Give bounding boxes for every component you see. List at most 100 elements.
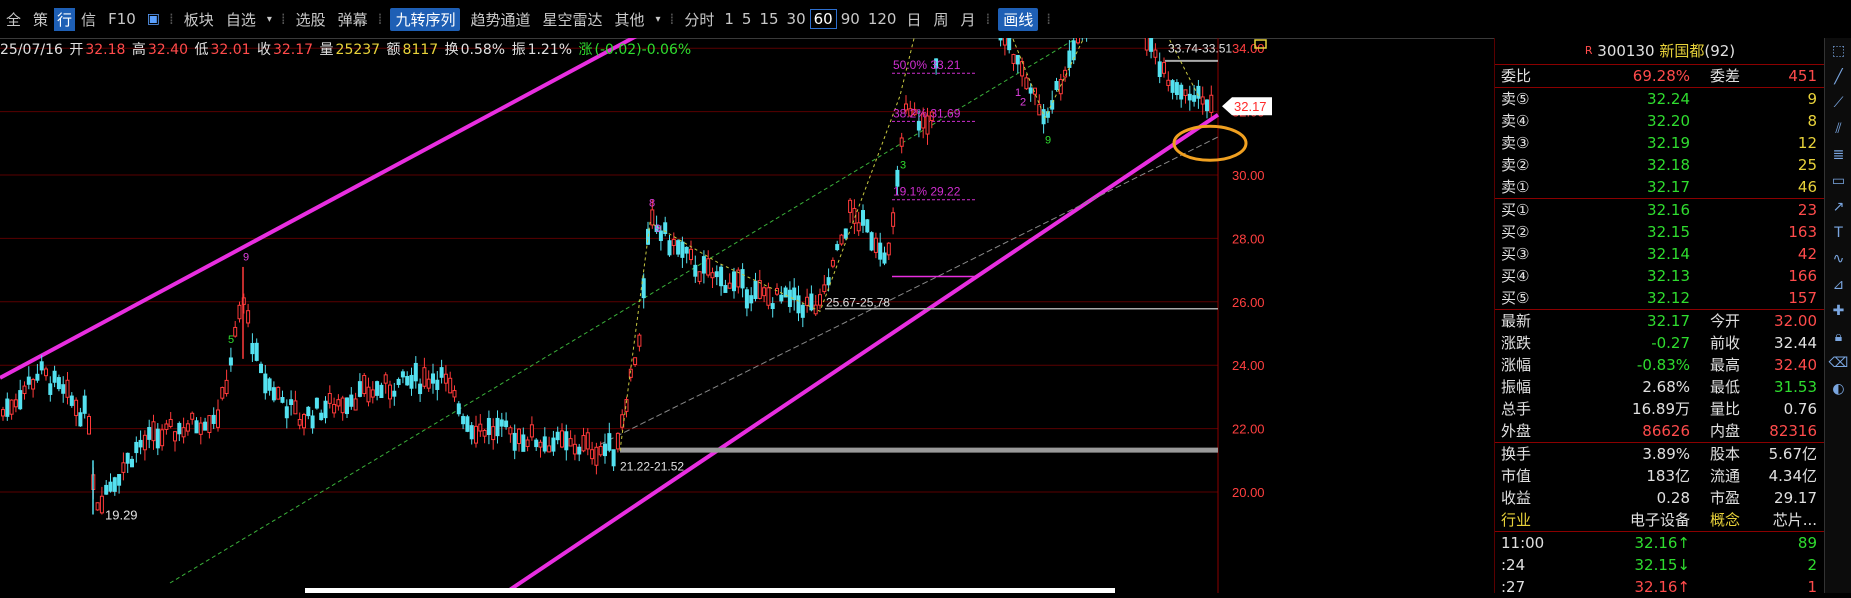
level-label: 买④ (1501, 267, 1530, 285)
buy-level[interactable]: 买⑤ 32.12 157 (1495, 287, 1825, 309)
fib-tool-icon[interactable]: ≣ (1825, 142, 1851, 168)
buy-level[interactable]: 买④ 32.13 166 (1495, 265, 1825, 287)
period-1m[interactable]: 1 (720, 10, 738, 28)
info-open-label: 开 (69, 42, 84, 58)
candle-body (1024, 77, 1029, 90)
tb-quote[interactable]: 行 (54, 7, 76, 31)
tb-strategy[interactable]: 策 (27, 9, 54, 30)
ray-tool-icon[interactable]: ⟋ (1825, 90, 1851, 116)
candle-body (1183, 89, 1188, 96)
period-day[interactable]: 日 (900, 9, 927, 30)
candle-body (198, 422, 203, 435)
sequence-label: 9 (655, 223, 661, 235)
period-week[interactable]: 周 (927, 9, 954, 30)
candle-body (168, 418, 173, 427)
tb-nine-sequence[interactable]: 九转序列 (390, 7, 461, 31)
candle-body (52, 370, 57, 383)
candle-body (1200, 96, 1205, 105)
period-120m[interactable]: 120 (864, 10, 901, 28)
candle-body (512, 432, 517, 451)
sell-level[interactable]: 卖③ 32.19 12 (1495, 132, 1825, 154)
cycle-tool-icon[interactable]: ∿ (1825, 246, 1851, 272)
candle-body (336, 399, 341, 407)
scroll-bar (305, 588, 1115, 593)
tb-f10[interactable]: F10 (102, 10, 142, 28)
candle-body (1007, 38, 1012, 51)
candle-body (719, 266, 724, 287)
quote-row: 总手 16.89万 量比 0.76 (1495, 398, 1825, 420)
candle-body (289, 399, 294, 405)
period-intraday[interactable]: 分时 (678, 9, 720, 30)
candle-body (310, 415, 315, 429)
candle-body (555, 431, 560, 441)
tb-draw-line[interactable]: 画线 (998, 7, 1039, 31)
buy-level[interactable]: 买① 32.16 23 (1495, 199, 1825, 221)
caret-down-icon[interactable]: ▾ (262, 14, 277, 25)
eraser-tool-icon[interactable]: ⌫ (1825, 350, 1851, 376)
candle-body (633, 357, 638, 366)
period-15m[interactable]: 15 (755, 10, 782, 28)
tb-other[interactable]: 其他 (609, 9, 651, 30)
tb-star-radar[interactable]: 星空雷达 (536, 9, 608, 30)
tb-sector[interactable]: 板块 (178, 9, 220, 30)
period-5m[interactable]: 5 (738, 10, 756, 28)
quote-value: 32.00 (1774, 312, 1817, 330)
candle-body (693, 264, 698, 277)
sell-level[interactable]: 卖① 32.17 46 (1495, 176, 1825, 198)
candle-body (220, 387, 225, 399)
buy-level[interactable]: 买③ 32.14 42 (1495, 243, 1825, 265)
candle-body (525, 439, 530, 447)
support-line (599, 136, 1219, 445)
lock-tool-icon[interactable]: 🔒︎ (1825, 324, 1851, 350)
kline-chart[interactable]: 38.0036.0034.0032.0030.0028.0026.0024.00… (0, 38, 1494, 593)
period-90m[interactable]: 90 (837, 10, 864, 28)
tick-row[interactable]: 11:00 32.16↑ 89 (1495, 532, 1825, 554)
level-vol: 42 (1797, 245, 1817, 263)
candle-body (254, 342, 259, 361)
buy-level[interactable]: 买② 32.15 163 (1495, 221, 1825, 243)
candle-body (267, 378, 272, 391)
candle-body (474, 425, 478, 444)
tick-row[interactable]: :27 32.16↑ 1 (1495, 576, 1825, 598)
caret-down-icon[interactable]: ▾ (651, 14, 666, 25)
period-60m[interactable]: 60 (809, 9, 837, 29)
level-vol: 166 (1788, 267, 1817, 285)
zigzag-line (619, 38, 1201, 451)
candle-body (323, 400, 328, 419)
candle-body (568, 438, 573, 447)
candle-body (560, 430, 564, 448)
cross-tool-icon[interactable]: ✚ (1825, 298, 1851, 324)
select-tool-icon[interactable]: ⬚ (1825, 38, 1851, 64)
hide-tool-icon[interactable]: ◐ (1825, 376, 1851, 402)
measure-tool-icon[interactable]: ⊿ (1825, 272, 1851, 298)
channel-tool-icon[interactable]: ⫽ (1825, 116, 1851, 142)
tb-danmu[interactable]: 弹幕 (332, 9, 374, 30)
candle-body (246, 310, 251, 324)
sell-level[interactable]: 卖② 32.18 25 (1495, 154, 1825, 176)
level-price: 32.14 (1647, 245, 1690, 263)
candle-body (87, 415, 91, 435)
arrow-tool-icon[interactable]: ↗ (1825, 194, 1851, 220)
candle-body (869, 232, 874, 251)
sell-level[interactable]: 卖⑤ 32.24 9 (1495, 88, 1825, 110)
tb-all[interactable]: 全 (0, 9, 27, 30)
text-tool-icon[interactable]: T (1825, 220, 1851, 246)
rect-tool-icon[interactable]: ▭ (1825, 168, 1851, 194)
window-icon[interactable]: ▣ (142, 11, 165, 27)
tick-row[interactable]: :24 32.15↓ 2 (1495, 554, 1825, 576)
period-30m[interactable]: 30 (783, 10, 810, 28)
tb-stock-picker[interactable]: 选股 (290, 9, 332, 30)
tb-watchlist[interactable]: 自选 (220, 9, 262, 30)
level-vol: 163 (1788, 223, 1817, 241)
quote-label: 最高 (1710, 356, 1741, 374)
quote-value: -0.83% (1636, 356, 1690, 374)
line-tool-icon[interactable]: ╱ (1825, 64, 1851, 90)
fund-value: 电子设备 (1629, 511, 1690, 529)
period-month[interactable]: 月 (954, 9, 981, 30)
tb-info[interactable]: 信 (75, 9, 102, 30)
candle-body (762, 287, 767, 297)
quote-row: 外盘 86626 内盘 82316 (1495, 420, 1825, 442)
sell-level[interactable]: 卖④ 32.20 8 (1495, 110, 1825, 132)
tb-trend-channel[interactable]: 趋势通道 (464, 9, 536, 30)
quote-value: 32.40 (1774, 356, 1817, 374)
